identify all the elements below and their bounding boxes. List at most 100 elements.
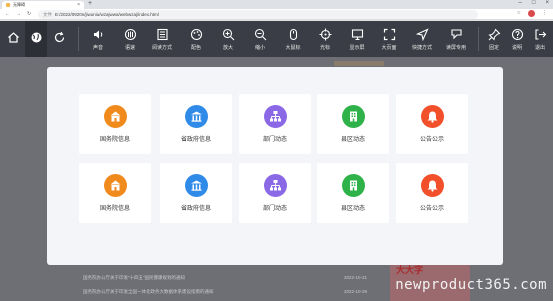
toolbar-big-cursor[interactable]: 大鼠标 xyxy=(279,21,307,57)
reload-icon[interactable]: ↻ xyxy=(27,11,31,17)
toolbar-label: 声音 xyxy=(92,44,103,51)
tab-close-icon[interactable]: × xyxy=(77,2,80,8)
help-icon xyxy=(511,28,524,41)
browser-tab-bar: 无障碍 × + – □ × xyxy=(0,0,553,9)
browser-tab[interactable]: 无障碍 × xyxy=(2,1,84,9)
news-date: 2022-10-31 xyxy=(344,275,368,280)
toolbar-label: 读屏专用 xyxy=(445,44,466,51)
toolbar-crosshair[interactable]: 光标 xyxy=(311,21,339,57)
exit-icon xyxy=(534,28,547,41)
address-bar-row: ← → ↻ 文件 E:/2022/0920n/jiwuniu/wzajwwa/w… xyxy=(0,9,553,20)
toolbar-label: 固定 xyxy=(488,44,499,51)
toolbar-sound[interactable]: 声音 xyxy=(84,21,112,57)
toolbar-refresh[interactable] xyxy=(48,21,70,57)
government-icon xyxy=(184,174,208,197)
toolbar-label: 光标 xyxy=(319,44,330,51)
reading-icon xyxy=(156,28,169,41)
accessibility-toolbar: 声音 语速 阅读方式 配色 放大 缩小 大鼠标 光标 显示屏 大页面 快捷方式 … xyxy=(0,21,553,57)
back-icon[interactable]: ← xyxy=(5,11,10,17)
zoom-in-icon xyxy=(222,28,235,41)
toolbar-color[interactable]: 配色 xyxy=(182,21,210,57)
maximize-icon[interactable]: □ xyxy=(532,0,536,6)
new-tab-button[interactable]: + xyxy=(88,0,92,7)
forward-icon[interactable]: → xyxy=(16,11,21,17)
crosshair-icon xyxy=(319,28,332,41)
speed-icon xyxy=(124,28,137,41)
star-icon[interactable]: ☆ xyxy=(517,10,521,17)
news-date: 2022-10-28 xyxy=(344,289,368,294)
fullscreen-icon xyxy=(383,28,396,41)
card-county[interactable]: 县区动态 xyxy=(317,94,389,154)
toolbar-speed[interactable]: 语速 xyxy=(116,21,144,57)
toolbar-zoom-in[interactable]: 放大 xyxy=(214,21,242,57)
watermark: newproduct365.com xyxy=(395,277,547,293)
window-close-icon[interactable]: × xyxy=(545,0,549,6)
card-department[interactable]: 部门动态 xyxy=(239,163,311,223)
toolbar-display[interactable]: 显示屏 xyxy=(343,21,371,57)
home-icon xyxy=(7,31,20,44)
nav-buttons: ← → ↻ xyxy=(0,11,38,17)
card-department[interactable]: 部门动态 xyxy=(239,94,311,154)
card-state-council[interactable]: 国务院信息 xyxy=(79,163,151,223)
toolbar-label: 显示屏 xyxy=(349,44,365,51)
minimize-icon[interactable]: – xyxy=(519,0,522,6)
card-label: 部门动态 xyxy=(262,137,287,143)
secure-label: 文件 xyxy=(43,11,52,17)
toolbar-full-page[interactable]: 大页面 xyxy=(375,21,403,57)
toolbar-pin[interactable]: 固定 xyxy=(483,21,505,57)
toolbar-zoom-out[interactable]: 缩小 xyxy=(246,21,274,57)
card-provincial-gov[interactable]: 省政府信息 xyxy=(160,94,232,154)
card-announcement[interactable]: 公告公示 xyxy=(396,163,468,223)
refresh-icon xyxy=(53,31,66,44)
card-label: 省政府信息 xyxy=(180,137,211,143)
card-label: 国务院信息 xyxy=(99,206,130,212)
toolbar-screen-reader[interactable]: 读屏专用 xyxy=(441,21,471,57)
favicon-icon xyxy=(6,3,10,7)
display-icon xyxy=(351,28,364,41)
announcement-icon xyxy=(420,174,444,197)
pin-icon xyxy=(487,28,501,41)
county-icon xyxy=(341,174,365,197)
window-controls: – □ × xyxy=(519,0,549,6)
department-icon xyxy=(263,174,287,197)
card-label: 公告公示 xyxy=(419,206,444,212)
screenreader-icon xyxy=(450,28,463,41)
zoom-out-icon xyxy=(254,28,267,41)
tab-title: 无障碍 xyxy=(13,2,25,7)
card-label: 县区动态 xyxy=(340,137,365,143)
browser-menu-icon[interactable]: ⋮ xyxy=(542,10,547,17)
news-item[interactable]: 国务院办公厅关于印发“十四五”国民健康规划的通知 xyxy=(83,275,185,281)
card-county[interactable]: 县区动态 xyxy=(317,163,389,223)
card-provincial-gov[interactable]: 省政府信息 xyxy=(160,163,232,223)
globe-icon xyxy=(30,31,43,44)
toolbar-label: 快捷方式 xyxy=(411,44,432,51)
toolbar-exit[interactable]: 退出 xyxy=(529,21,551,57)
card-label: 县区动态 xyxy=(340,206,365,212)
toolbar-reading-mode[interactable]: 阅读方式 xyxy=(148,21,176,57)
toolbar-label: 大页面 xyxy=(381,44,397,51)
toolbar-label: 放大 xyxy=(222,44,233,51)
toolbar-label: 配色 xyxy=(190,44,201,51)
category-panel: 国务院信息 省政府信息 部门动态 县区动态 公告公示 国务院信息 省政府信息 部… xyxy=(47,67,503,265)
state-council-icon xyxy=(103,105,127,128)
card-label: 省政府信息 xyxy=(180,206,211,212)
card-label: 国务院信息 xyxy=(99,137,130,143)
card-announcement[interactable]: 公告公示 xyxy=(396,94,468,154)
card-state-council[interactable]: 国务院信息 xyxy=(79,94,151,154)
avatar[interactable] xyxy=(528,10,535,17)
toolbar-label: 缩小 xyxy=(254,44,265,51)
state-council-icon xyxy=(103,174,127,197)
shortcut-icon xyxy=(415,27,429,41)
toolbar-label: 阅读方式 xyxy=(151,44,172,51)
toolbar-shortcut[interactable]: 快捷方式 xyxy=(407,21,437,57)
news-item[interactable]: 国务院办公厅关于印发全国一体化政务大数据体系建设指南的通知 xyxy=(83,289,214,295)
url-field[interactable]: 文件 E:/2022/0920n/jiwuniu/wzajwwa/webwzaj… xyxy=(38,10,478,19)
toolbar-home[interactable] xyxy=(2,21,24,57)
announcement-icon xyxy=(420,105,444,128)
toolbar-help[interactable]: 说明 xyxy=(506,21,528,57)
toolbar-label: 说明 xyxy=(511,44,522,51)
toolbar-label: 语速 xyxy=(124,44,135,51)
cursor-icon xyxy=(287,28,300,41)
speaker-icon xyxy=(92,28,105,41)
toolbar-globe[interactable] xyxy=(25,21,47,57)
